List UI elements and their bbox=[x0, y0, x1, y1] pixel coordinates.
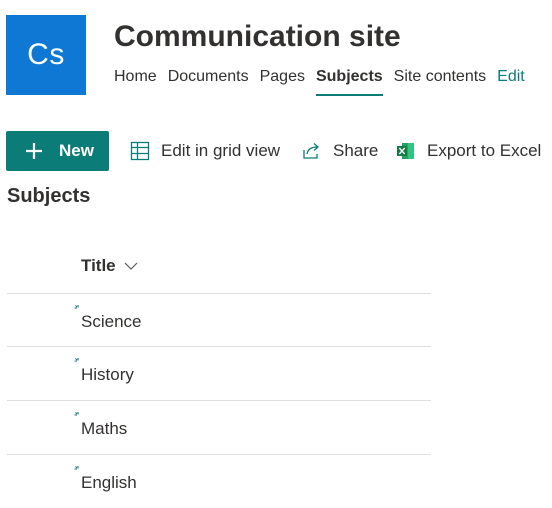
list-row[interactable]: History bbox=[7, 347, 431, 400]
new-button[interactable]: New bbox=[6, 131, 109, 171]
command-bar: New Edit in grid view Share Export to Ex… bbox=[0, 131, 552, 171]
nav-subjects[interactable]: Subjects bbox=[315, 67, 383, 96]
list-row[interactable]: English bbox=[7, 455, 431, 508]
grid-icon bbox=[130, 141, 150, 161]
site-logo[interactable]: Cs bbox=[6, 15, 86, 95]
title-column-label: Title bbox=[81, 256, 116, 275]
nav-documents[interactable]: Documents bbox=[168, 67, 249, 95]
chevron-down-icon bbox=[124, 262, 138, 270]
nav-site-contents[interactable]: Site contents bbox=[394, 67, 487, 95]
row-title[interactable]: History bbox=[81, 365, 134, 385]
site-title[interactable]: Communication site bbox=[114, 20, 401, 54]
row-title[interactable]: Maths bbox=[81, 419, 127, 439]
share-button[interactable]: Share bbox=[302, 141, 378, 161]
export-to-excel-button[interactable]: Export to Excel bbox=[396, 141, 541, 161]
edit-grid-view-label: Edit in grid view bbox=[161, 141, 281, 160]
nav-pages[interactable]: Pages bbox=[260, 67, 305, 95]
list-row[interactable]: Science bbox=[7, 294, 431, 347]
site-navigation: Home Documents Pages Subjects Site conte… bbox=[114, 67, 525, 96]
share-label: Share bbox=[333, 141, 379, 160]
edit-grid-view-button[interactable]: Edit in grid view bbox=[130, 141, 280, 161]
title-column-header[interactable]: Title bbox=[81, 256, 138, 276]
list-row[interactable]: Maths bbox=[7, 401, 431, 454]
excel-icon bbox=[397, 143, 414, 159]
row-title[interactable]: English bbox=[81, 473, 137, 493]
site-logo-initials: Cs bbox=[27, 38, 65, 71]
share-icon bbox=[303, 143, 319, 159]
nav-edit-link[interactable]: Edit bbox=[497, 67, 525, 95]
plus-icon bbox=[26, 143, 42, 159]
new-button-label: New bbox=[59, 141, 94, 160]
row-title[interactable]: Science bbox=[81, 312, 141, 332]
export-to-excel-label: Export to Excel bbox=[427, 141, 542, 160]
list-title: Subjects bbox=[7, 185, 91, 207]
nav-home[interactable]: Home bbox=[114, 67, 157, 95]
